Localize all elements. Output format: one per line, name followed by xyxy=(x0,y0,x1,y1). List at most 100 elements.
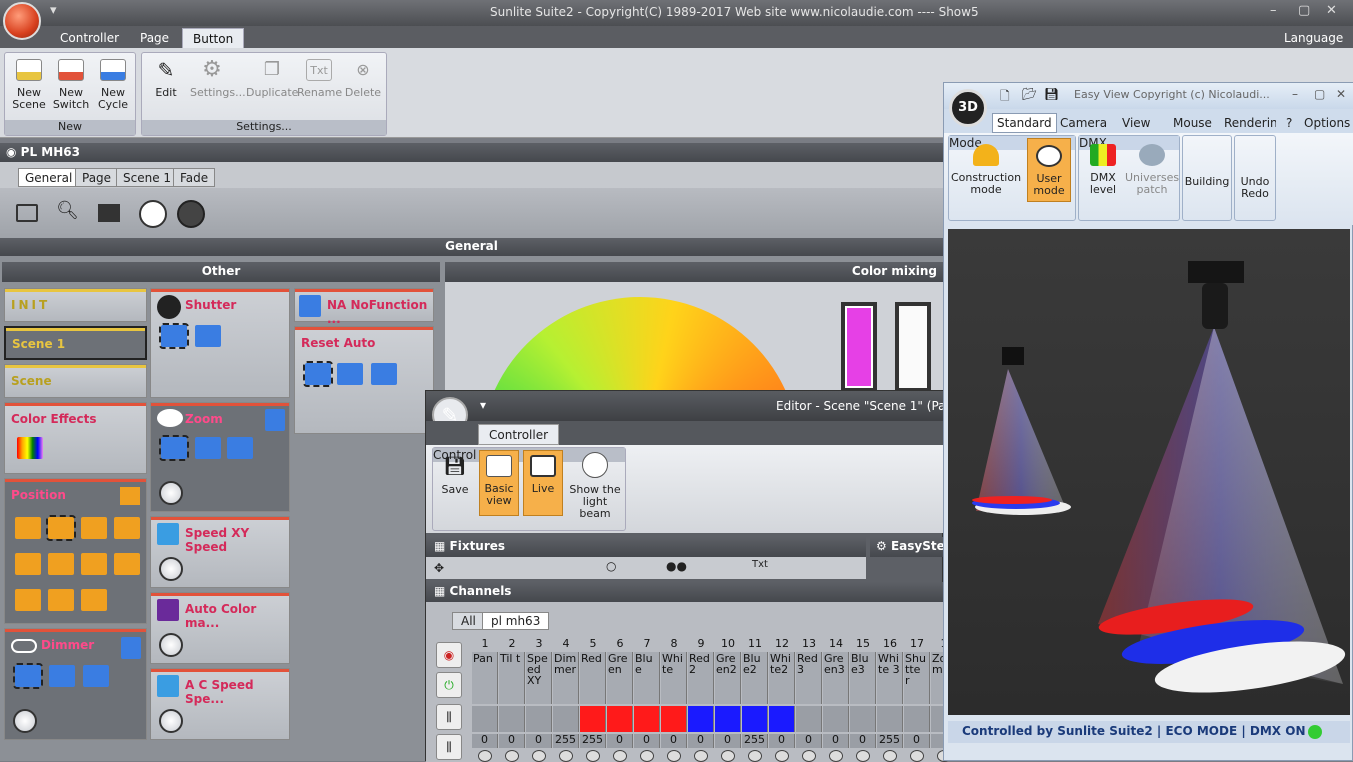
channel-fader[interactable] xyxy=(472,706,498,732)
dimmer-2-icon[interactable] xyxy=(83,665,109,687)
channel-knob[interactable] xyxy=(748,750,762,762)
channel-knob[interactable] xyxy=(721,750,735,762)
channel-fader[interactable] xyxy=(661,706,687,732)
circle-shape-icon[interactable] xyxy=(15,517,41,539)
dmx-level-button[interactable]: DMX level xyxy=(1081,144,1125,196)
subtab-page[interactable]: Page xyxy=(75,168,119,187)
ev-close-icon[interactable]: ✕ xyxy=(1336,87,1346,101)
record-icon[interactable]: ◉ xyxy=(436,642,462,668)
tile-zoom[interactable]: Zoom xyxy=(150,402,290,512)
building-button[interactable]: Building xyxy=(1182,135,1232,221)
save-button[interactable]: 💾︎ Save xyxy=(435,456,475,496)
channel-tab-pl-mh63[interactable]: pl mh63 xyxy=(482,612,550,630)
channel-fader[interactable] xyxy=(769,706,795,732)
live-button[interactable]: Live xyxy=(523,450,563,516)
quick-access-chevron-icon[interactable]: ▾ xyxy=(50,3,57,18)
channel-fader[interactable] xyxy=(499,706,525,732)
auto-icon[interactable] xyxy=(337,363,363,385)
channel-fader[interactable] xyxy=(823,706,849,732)
channel-knob[interactable] xyxy=(613,750,627,762)
dark-circle-button[interactable] xyxy=(177,200,205,228)
tile-shutter[interactable]: Shutter xyxy=(150,288,290,398)
ev-minimize-icon[interactable]: – xyxy=(1292,87,1298,101)
tile-position[interactable]: Position xyxy=(4,478,147,624)
vertical-double-shape-icon[interactable] xyxy=(48,589,74,611)
group-dots-icon[interactable]: ●● xyxy=(666,559,687,573)
open-folder-icon[interactable]: 📂︎ xyxy=(1022,87,1037,101)
user-mode-button[interactable]: User mode xyxy=(1027,138,1071,202)
subtab-scene1[interactable]: Scene 1 xyxy=(116,168,179,187)
dimmer-preset-icon[interactable] xyxy=(121,637,141,659)
ev-tab-rendering[interactable]: Rendering xyxy=(1224,116,1276,130)
channel-fader[interactable] xyxy=(607,706,633,732)
channel-fader[interactable] xyxy=(688,706,714,732)
channel-knob[interactable] xyxy=(910,750,924,762)
tile-color-effects[interactable]: Color Effects xyxy=(4,402,147,474)
channel-fader[interactable] xyxy=(715,706,741,732)
channel-knob[interactable] xyxy=(856,750,870,762)
new-cycle-button[interactable]: New Cycle xyxy=(91,59,135,111)
ev-tab-view[interactable]: View xyxy=(1122,116,1150,130)
3d-scene[interactable] xyxy=(948,229,1350,715)
ev-tab-standard[interactable]: Standard xyxy=(992,113,1057,133)
vertical-shape-icon[interactable] xyxy=(15,589,41,611)
duplicate-button[interactable]: ❐ Duplicate xyxy=(246,59,298,99)
zoom-2-icon[interactable] xyxy=(227,437,253,459)
ev-tab-camera[interactable]: Camera xyxy=(1060,116,1107,130)
show-light-beam-button[interactable]: Show the light beam xyxy=(567,452,623,520)
ac-speed-knob[interactable] xyxy=(159,709,183,733)
channel-tab-all[interactable]: All xyxy=(452,612,485,630)
channel-knob[interactable] xyxy=(478,750,492,762)
ev-tab-mouse[interactable]: Mouse xyxy=(1173,116,1212,130)
dimmer-1-icon[interactable] xyxy=(49,665,75,687)
tile-scene[interactable]: Scene xyxy=(4,364,147,398)
tile-init[interactable]: INIT xyxy=(4,288,147,322)
wave-shape-icon[interactable] xyxy=(114,517,140,539)
speed-xy-knob[interactable] xyxy=(159,557,183,581)
magenta-fader[interactable] xyxy=(841,302,877,392)
white-fader[interactable] xyxy=(895,302,931,392)
subtab-fade[interactable]: Fade xyxy=(173,168,216,187)
editor-tab-controller[interactable]: Controller xyxy=(478,424,560,445)
search-fixture-icon[interactable]: ○ xyxy=(606,559,616,573)
tile-speed-xy[interactable]: Speed XY Speed xyxy=(150,516,290,588)
zigzag-shape-icon[interactable] xyxy=(15,553,41,575)
lines-shape-icon[interactable] xyxy=(114,553,140,575)
channel-knob[interactable] xyxy=(532,750,546,762)
app-orb-button[interactable] xyxy=(3,2,41,40)
subtab-general[interactable]: General xyxy=(18,168,80,187)
channel-knob[interactable] xyxy=(802,750,816,762)
horizontal-shape-icon[interactable] xyxy=(81,553,107,575)
txt-icon[interactable]: Txt xyxy=(752,559,768,570)
ev-maximize-icon[interactable]: ▢ xyxy=(1314,87,1325,101)
tab-button[interactable]: Button xyxy=(182,28,245,48)
zoom-1-icon[interactable] xyxy=(195,437,221,459)
channel-fader[interactable] xyxy=(850,706,876,732)
channel-fader[interactable] xyxy=(796,706,822,732)
faders-icon[interactable]: ⫼ xyxy=(436,704,462,730)
shutter-off-icon[interactable] xyxy=(159,323,189,349)
move-icon[interactable]: ✥ xyxy=(434,561,444,575)
universes-patch-button[interactable]: Universes patch xyxy=(1125,144,1179,196)
undo-redo-button[interactable]: Undo Redo xyxy=(1234,135,1276,221)
tile-reset-auto[interactable]: Reset Auto xyxy=(294,326,434,434)
channel-fader[interactable] xyxy=(904,706,930,732)
tile-ac-speed[interactable]: A C Speed Spe... xyxy=(150,668,290,740)
tab-page[interactable]: Page xyxy=(130,28,179,48)
speaker-shape-icon[interactable] xyxy=(81,589,107,611)
new-switch-button[interactable]: New Switch xyxy=(49,59,93,111)
channel-knob[interactable] xyxy=(586,750,600,762)
maximize-icon[interactable]: ▢ xyxy=(1298,3,1310,18)
power-icon[interactable]: ⏻ xyxy=(436,672,462,698)
settings-button[interactable]: ⚙ Settings... xyxy=(190,59,246,99)
tile-scene1[interactable]: Scene 1 xyxy=(4,326,147,360)
search-icon[interactable]: 🔍︎ xyxy=(56,200,79,221)
help-menu[interactable]: ? xyxy=(1286,116,1292,130)
minimize-icon[interactable]: – xyxy=(1270,3,1277,18)
channel-knob[interactable] xyxy=(505,750,519,762)
channel-knob[interactable] xyxy=(829,750,843,762)
tab-controller[interactable]: Controller xyxy=(50,28,129,48)
new-file-icon[interactable]: 🗋 xyxy=(1000,87,1010,108)
dimmer-open-icon[interactable] xyxy=(13,663,43,689)
edit-button[interactable]: ✎ Edit xyxy=(144,59,188,99)
